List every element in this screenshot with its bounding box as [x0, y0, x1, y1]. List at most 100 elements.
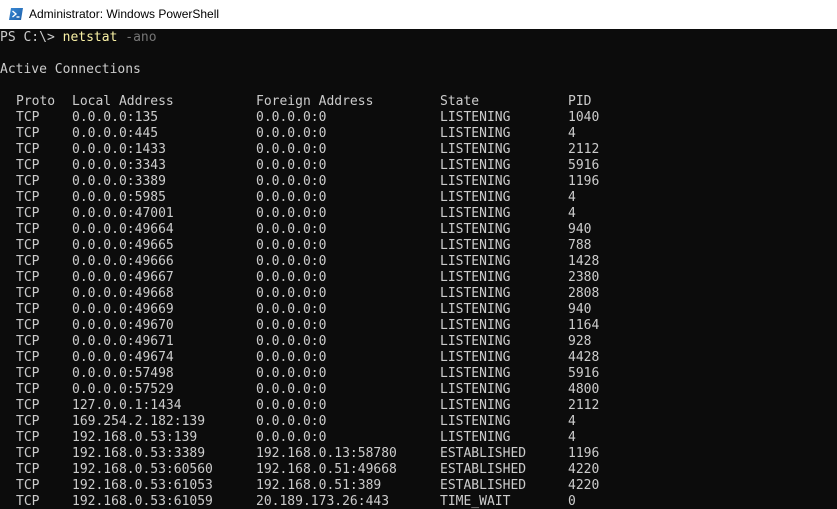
- row-local-address: 192.168.0.53:61053: [72, 478, 213, 493]
- connection-row: TCP 0.0.0.0:445 0.0.0.0:0 LISTENING 4: [0, 126, 837, 142]
- row-local-address: 0.0.0.0:3343: [72, 158, 166, 173]
- connection-row: TCP 0.0.0.0:49669 0.0.0.0:0 LISTENING 940: [0, 302, 837, 318]
- prompt: PS C:\>: [0, 30, 63, 45]
- connection-row: TCP 0.0.0.0:57498 0.0.0.0:0 LISTENING 5916: [0, 366, 837, 382]
- connection-row: TCP 192.168.0.53:61059 20.189.173.26:443 TI…: [0, 494, 837, 509]
- connection-row: TCP 192.168.0.53:61053 192.168.0.51:389 EST…: [0, 478, 837, 494]
- row-proto: TCP: [16, 478, 40, 493]
- column-header-state: State: [440, 94, 480, 109]
- row-foreign-address: 0.0.0.0:0: [256, 318, 327, 333]
- row-proto: TCP: [16, 366, 40, 381]
- connection-row: TCP 0.0.0.0:47001 0.0.0.0:0 LISTENING 4: [0, 206, 837, 222]
- row-proto: TCP: [16, 254, 40, 269]
- connection-row: TCP 192.168.0.53:60560 192.168.0.51:49668 E…: [0, 462, 837, 478]
- row-foreign-address: 192.168.0.13:58780: [256, 446, 397, 461]
- row-pid: 788: [568, 238, 592, 253]
- row-foreign-address: 0.0.0.0:0: [256, 126, 327, 141]
- row-proto: TCP: [16, 430, 40, 445]
- row-local-address: 192.168.0.53:3389: [72, 446, 206, 461]
- row-state: ESTABLISHED: [440, 446, 527, 461]
- row-proto: TCP: [16, 318, 40, 333]
- row-state: ESTABLISHED: [440, 462, 527, 477]
- row-state: LISTENING: [440, 302, 511, 317]
- connection-row: TCP 0.0.0.0:49664 0.0.0.0:0 LISTENING 940: [0, 222, 837, 238]
- row-foreign-address: 0.0.0.0:0: [256, 302, 327, 317]
- title-bar[interactable]: Administrator: Windows PowerShell: [0, 0, 837, 29]
- row-proto: TCP: [16, 238, 40, 253]
- row-proto: TCP: [16, 398, 40, 413]
- row-foreign-address: 0.0.0.0:0: [256, 222, 327, 237]
- row-state: LISTENING: [440, 190, 511, 205]
- row-foreign-address: 0.0.0.0:0: [256, 270, 327, 285]
- row-local-address: 0.0.0.0:49670: [72, 318, 174, 333]
- row-pid: 4: [568, 414, 576, 429]
- row-state: ESTABLISHED: [440, 478, 527, 493]
- row-local-address: 0.0.0.0:49671: [72, 334, 174, 349]
- row-proto: TCP: [16, 158, 40, 173]
- row-proto: TCP: [16, 446, 40, 461]
- connection-row: TCP 0.0.0.0:49666 0.0.0.0:0 LISTENING 1428: [0, 254, 837, 270]
- column-header-proto: Proto: [16, 94, 56, 109]
- row-local-address: 0.0.0.0:5985: [72, 190, 166, 205]
- row-foreign-address: 0.0.0.0:0: [256, 174, 327, 189]
- row-proto: TCP: [16, 414, 40, 429]
- row-local-address: 0.0.0.0:135: [72, 110, 159, 125]
- row-pid: 940: [568, 222, 592, 237]
- row-local-address: 0.0.0.0:3389: [72, 174, 166, 189]
- row-foreign-address: 0.0.0.0:0: [256, 238, 327, 253]
- row-foreign-address: 0.0.0.0:0: [256, 414, 327, 429]
- row-state: LISTENING: [440, 430, 511, 445]
- connection-row: TCP 0.0.0.0:3389 0.0.0.0:0 LISTENING 1196: [0, 174, 837, 190]
- row-proto: TCP: [16, 126, 40, 141]
- command-text: netstat: [62, 30, 118, 45]
- row-state: LISTENING: [440, 318, 511, 333]
- row-local-address: 0.0.0.0:49666: [72, 254, 174, 269]
- connection-row: TCP 0.0.0.0:49670 0.0.0.0:0 LISTENING 1164: [0, 318, 837, 334]
- row-proto: TCP: [16, 334, 40, 349]
- row-local-address: 192.168.0.53:139: [72, 430, 198, 445]
- column-header-local-address: Local Address: [72, 94, 174, 109]
- row-proto: TCP: [16, 382, 40, 397]
- row-proto: TCP: [16, 462, 40, 477]
- row-foreign-address: 20.189.173.26:443: [256, 494, 390, 509]
- row-local-address: 169.254.2.182:139: [72, 414, 206, 429]
- row-local-address: 0.0.0.0:49674: [72, 350, 174, 365]
- connection-row: TCP 0.0.0.0:135 0.0.0.0:0 LISTENING 1040: [0, 110, 837, 126]
- row-state: LISTENING: [440, 110, 511, 125]
- row-state: LISTENING: [440, 174, 511, 189]
- connection-row: TCP 0.0.0.0:3343 0.0.0.0:0 LISTENING 5916: [0, 158, 837, 174]
- row-local-address: 0.0.0.0:49668: [72, 286, 174, 301]
- row-pid: 5916: [568, 366, 600, 381]
- row-local-address: 127.0.0.1:1434: [72, 398, 182, 413]
- row-foreign-address: 0.0.0.0:0: [256, 142, 327, 157]
- connection-row: TCP 0.0.0.0:49665 0.0.0.0:0 LISTENING 788: [0, 238, 837, 254]
- powershell-window: Administrator: Windows PowerShell PS C:\…: [0, 0, 837, 509]
- row-state: LISTENING: [440, 222, 511, 237]
- row-pid: 1196: [568, 446, 600, 461]
- row-proto: TCP: [16, 302, 40, 317]
- column-header-foreign-address: Foreign Address: [256, 94, 374, 109]
- row-pid: 1040: [568, 110, 600, 125]
- row-foreign-address: 0.0.0.0:0: [256, 350, 327, 365]
- connection-row: TCP 192.168.0.53:139 0.0.0.0:0 LISTENING 4: [0, 430, 837, 446]
- column-header-row: Proto Local Address Foreign Address Stat…: [0, 94, 837, 110]
- row-local-address: 0.0.0.0:49665: [72, 238, 174, 253]
- powershell-icon: [9, 8, 23, 20]
- row-foreign-address: 0.0.0.0:0: [256, 206, 327, 221]
- row-pid: 4: [568, 190, 576, 205]
- row-proto: TCP: [16, 110, 40, 125]
- row-pid: 4: [568, 206, 576, 221]
- connection-row: TCP 169.254.2.182:139 0.0.0.0:0 LISTENING 4: [0, 414, 837, 430]
- row-proto: TCP: [16, 206, 40, 221]
- row-foreign-address: 0.0.0.0:0: [256, 286, 327, 301]
- row-local-address: 192.168.0.53:61059: [72, 494, 213, 509]
- row-pid: 4220: [568, 478, 600, 493]
- row-state: LISTENING: [440, 238, 511, 253]
- row-pid: 4: [568, 126, 576, 141]
- row-state: LISTENING: [440, 366, 511, 381]
- row-foreign-address: 0.0.0.0:0: [256, 366, 327, 381]
- row-pid: 2380: [568, 270, 600, 285]
- console-output[interactable]: PS C:\> netstat -ano Active Connections …: [0, 29, 837, 509]
- row-state: LISTENING: [440, 206, 511, 221]
- row-pid: 4: [568, 430, 576, 445]
